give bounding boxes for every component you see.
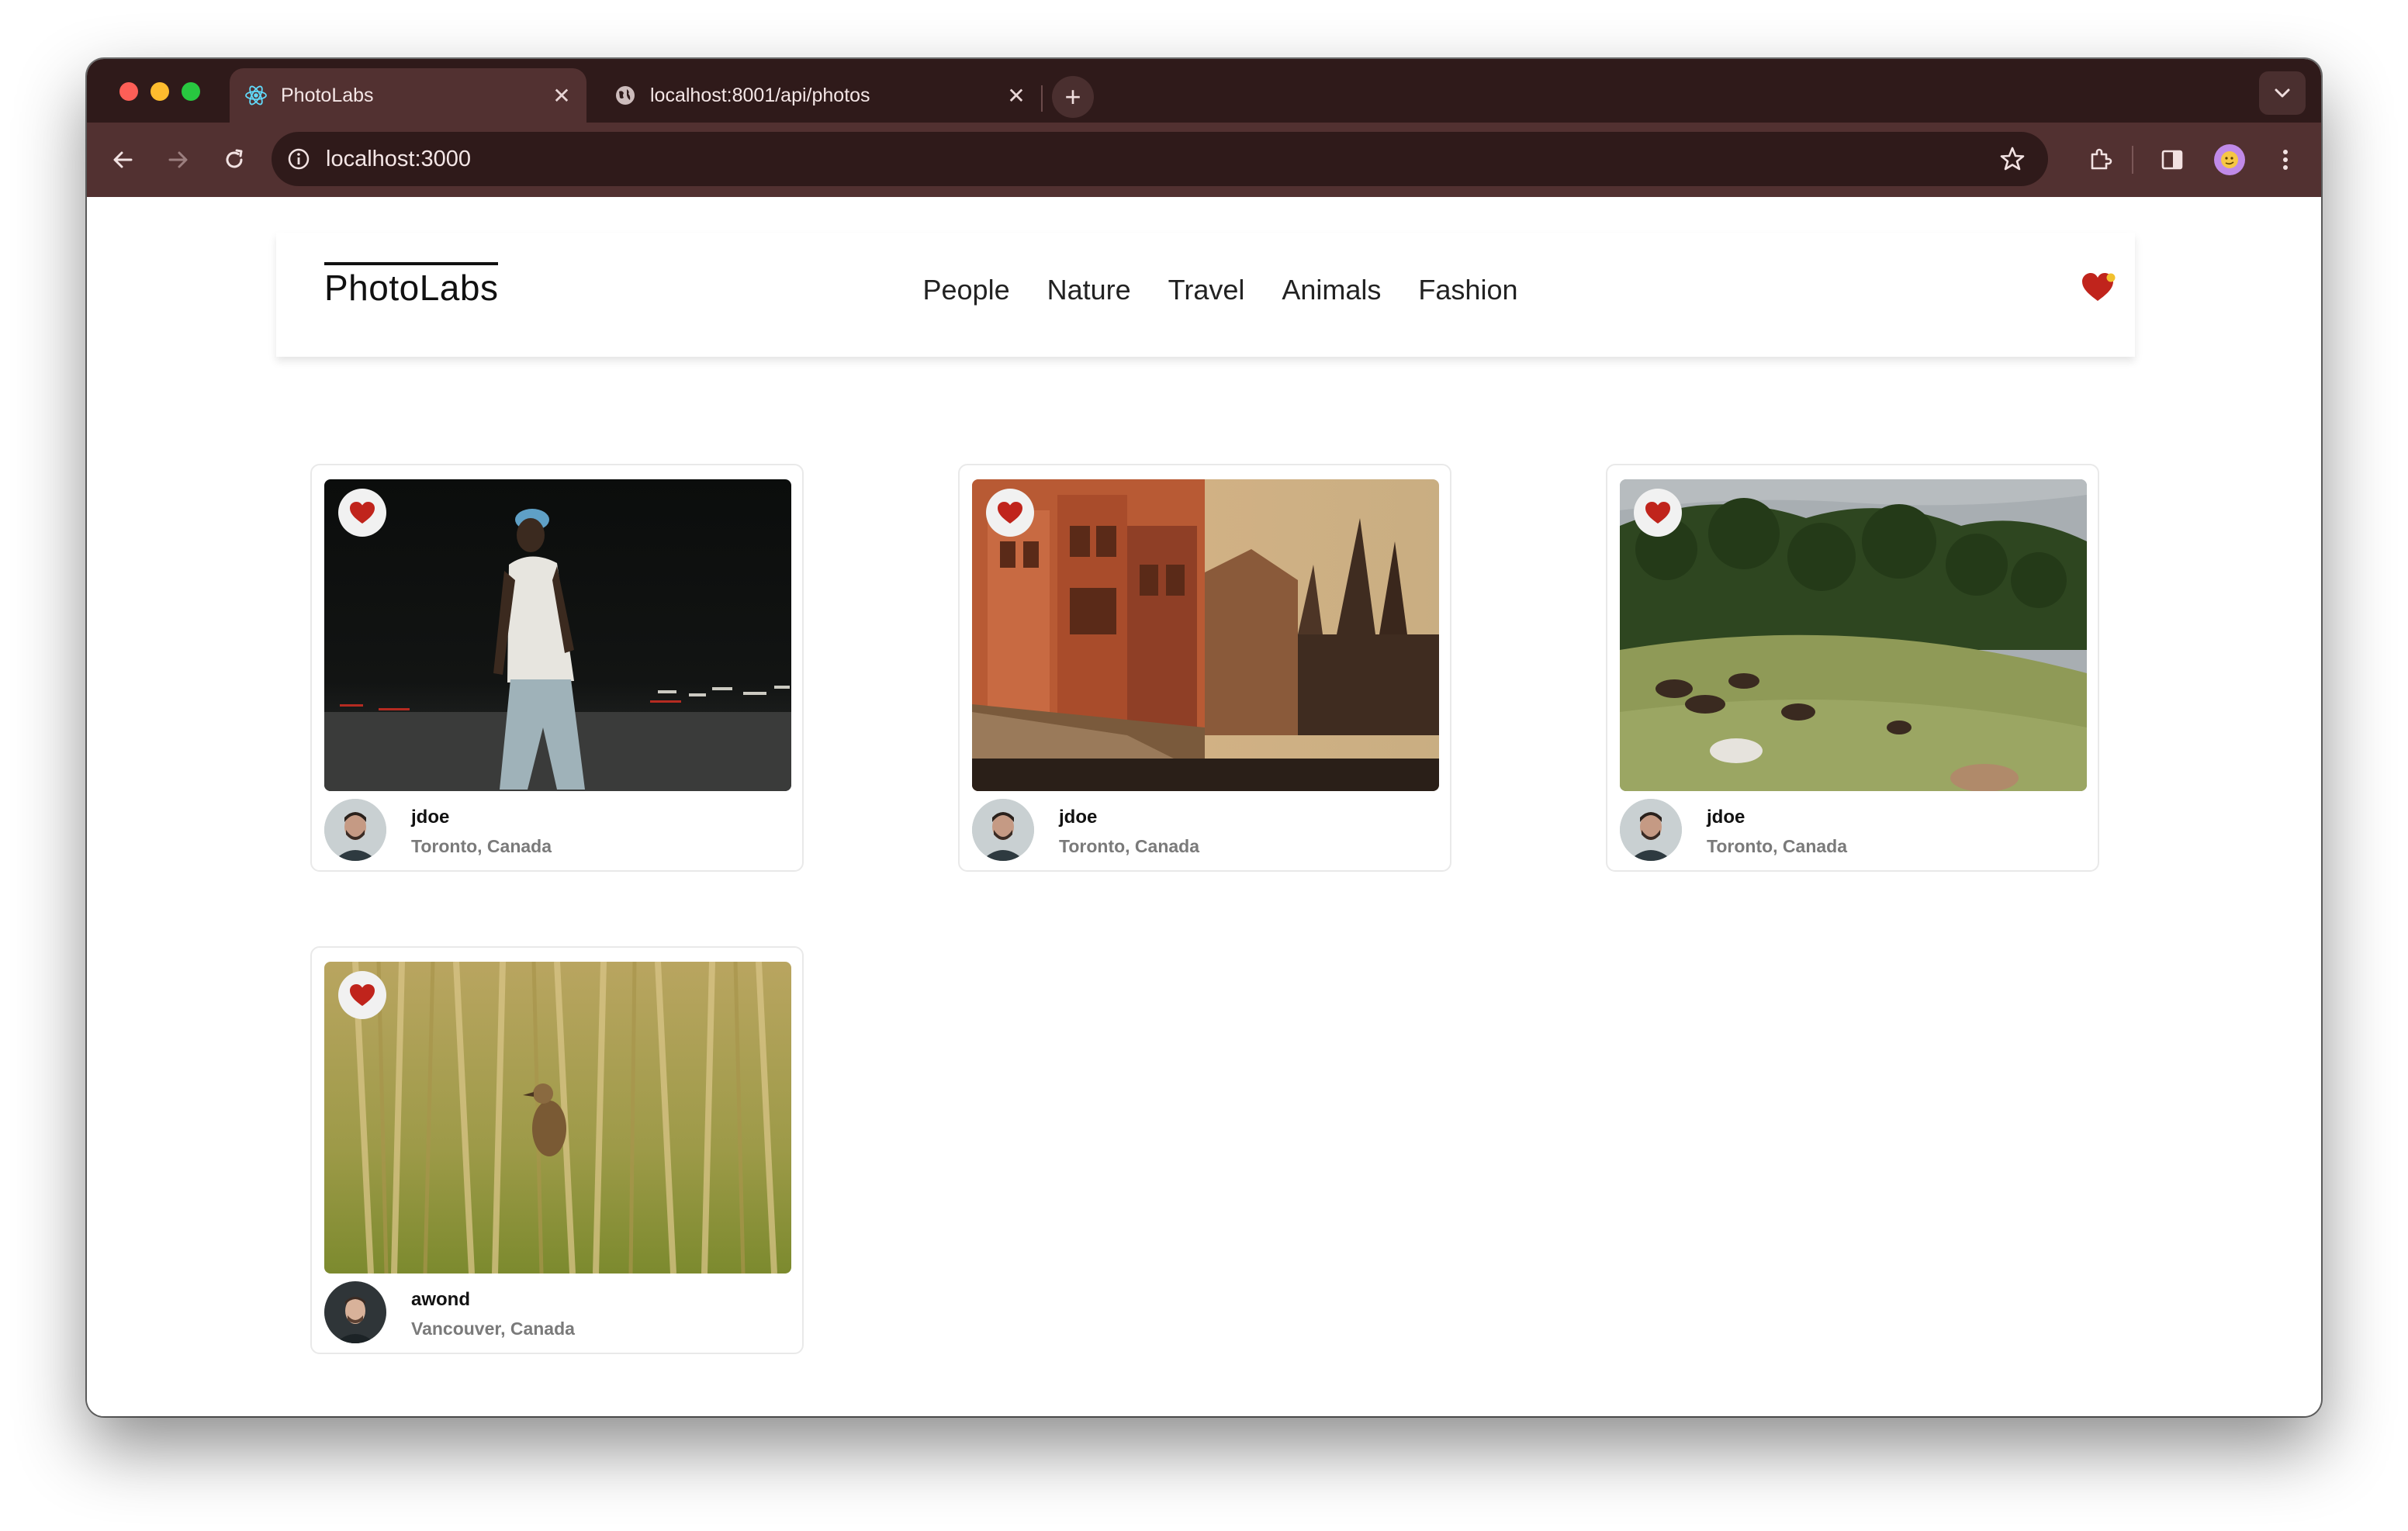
profile-avatar — [2214, 144, 2245, 175]
heart-icon — [350, 502, 375, 524]
photo-location: Toronto, Canada — [411, 836, 552, 856]
side-panel-icon — [2161, 150, 2183, 170]
tab-strip: PhotoLabs ✕ localhost:8001/api/photos ✕ … — [87, 59, 2321, 123]
photo-image-city-buildings[interactable] — [972, 479, 1439, 791]
url-text[interactable]: localhost:3000 — [326, 147, 471, 172]
photo-image-bird-reeds[interactable] — [324, 962, 791, 1274]
toolbar-divider — [2132, 146, 2133, 174]
heart-icon — [1645, 502, 1670, 524]
tab-title: localhost:8001/api/photos — [650, 84, 870, 106]
profile-button[interactable] — [2209, 140, 2250, 180]
tab-separator — [1041, 85, 1043, 112]
bookmark-star-icon[interactable] — [1997, 143, 2028, 175]
address-bar[interactable]: localhost:3000 — [272, 132, 2048, 186]
photo-card[interactable]: jdoe Toronto, Canada — [310, 464, 804, 872]
photo-username: jdoe — [1707, 807, 1745, 828]
puzzle-icon — [2091, 148, 2112, 170]
photo-username: awond — [411, 1289, 470, 1310]
topic-travel[interactable]: Travel — [1168, 274, 1245, 306]
photo-card[interactable]: jdoe Toronto, Canada — [1606, 464, 2099, 872]
app-logo[interactable]: PhotoLabs — [324, 262, 499, 309]
heart-icon — [350, 984, 375, 1006]
favourite-button[interactable] — [338, 489, 386, 537]
reload-icon — [226, 149, 243, 168]
photo-location: Vancouver, Canada — [411, 1318, 575, 1339]
heart-icon — [998, 502, 1022, 524]
topic-list: People Nature Travel Animals Fashion — [276, 233, 2135, 347]
browser-toolbar: localhost:3000 — [87, 123, 2321, 197]
back-arrow-icon — [113, 151, 133, 168]
extensions-button[interactable] — [2081, 140, 2121, 180]
photo-image-horses-hill[interactable] — [1620, 479, 2087, 791]
more-vertical-icon — [2283, 150, 2288, 170]
avatar — [972, 799, 1034, 861]
zoom-window-button[interactable] — [182, 82, 200, 101]
avatar — [1620, 799, 1682, 861]
topic-people[interactable]: People — [923, 274, 1010, 306]
close-tab-icon[interactable]: ✕ — [1001, 80, 1032, 111]
new-tab-button[interactable]: + — [1052, 76, 1094, 118]
topic-nature[interactable]: Nature — [1047, 274, 1131, 306]
close-tab-icon[interactable]: ✕ — [546, 80, 577, 111]
topic-animals[interactable]: Animals — [1282, 274, 1381, 306]
site-info-icon[interactable] — [272, 132, 326, 186]
topic-fashion[interactable]: Fashion — [1418, 274, 1517, 306]
notification-dot — [2106, 273, 2116, 282]
avatar — [324, 799, 386, 861]
side-panel-button[interactable] — [2152, 140, 2192, 180]
tab-search-button[interactable] — [2259, 71, 2306, 115]
photo-location: Toronto, Canada — [1059, 836, 1200, 856]
tab-api-photos[interactable]: localhost:8001/api/photos ✕ — [599, 68, 1041, 123]
favourite-button[interactable] — [1634, 489, 1682, 537]
photo-username: jdoe — [1059, 807, 1098, 828]
favourites-heart-icon[interactable] — [2081, 271, 2118, 304]
browser-window: PhotoLabs ✕ localhost:8001/api/photos ✕ … — [87, 59, 2321, 1416]
chevron-down-icon — [2275, 88, 2290, 98]
photo-image-street-man[interactable] — [324, 479, 791, 791]
forward-arrow-icon — [168, 151, 188, 168]
photo-card[interactable]: jdoe Toronto, Canada — [958, 464, 1451, 872]
browser-menu-button[interactable] — [2265, 140, 2306, 180]
favourite-button[interactable] — [986, 489, 1034, 537]
top-navigation-bar: People Nature Travel Animals Fashion Pho… — [276, 233, 2135, 357]
back-button[interactable] — [104, 141, 141, 178]
globe-icon — [613, 83, 638, 108]
photo-location: Toronto, Canada — [1707, 836, 1848, 856]
reload-button[interactable] — [216, 141, 253, 178]
favourite-button[interactable] — [338, 971, 386, 1019]
photo-card[interactable]: awond Vancouver, Canada — [310, 946, 804, 1354]
photo-username: jdoe — [411, 807, 450, 828]
minimize-window-button[interactable] — [150, 82, 169, 101]
avatar — [324, 1281, 386, 1343]
forward-button[interactable] — [160, 141, 197, 178]
react-icon — [244, 83, 268, 108]
page-viewport: People Nature Travel Animals Fashion Pho… — [87, 197, 2321, 1416]
close-window-button[interactable] — [119, 82, 138, 101]
tab-title: PhotoLabs — [281, 84, 374, 106]
tab-photolabs[interactable]: PhotoLabs ✕ — [230, 68, 586, 123]
